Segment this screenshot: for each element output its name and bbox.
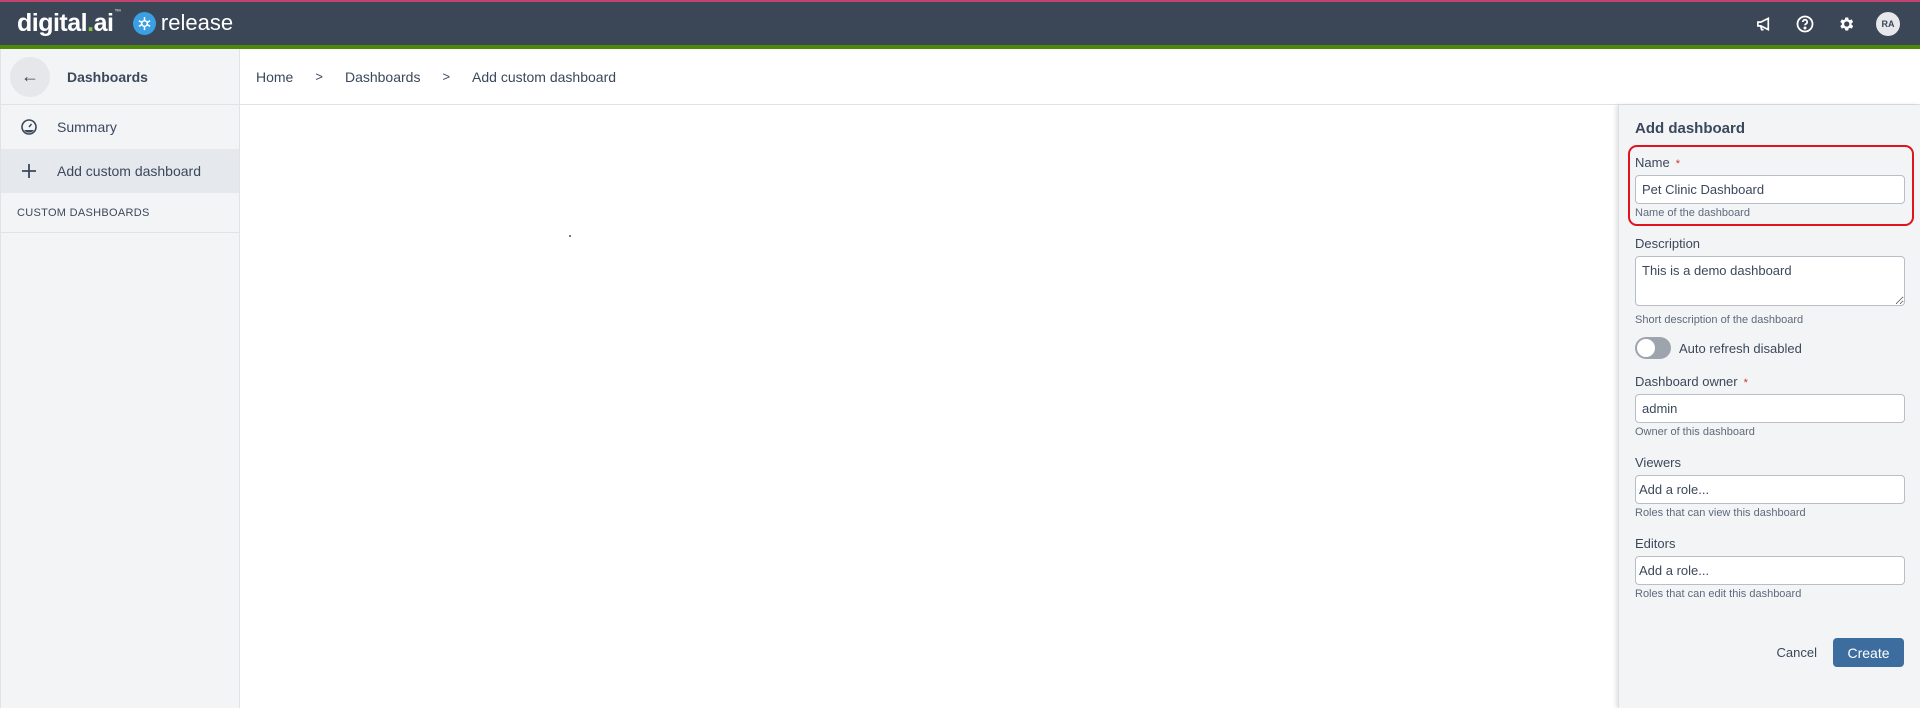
editors-field: Editors Roles that can edit this dashboa…: [1635, 536, 1905, 600]
app-logo[interactable]: digital.ai™ release: [17, 8, 233, 38]
add-dashboard-panel: Add dashboard Name* Name of the dashboar…: [1618, 105, 1920, 708]
editors-help: Roles that can edit this dashboard: [1635, 588, 1802, 600]
sidebar-item-summary[interactable]: Summary: [1, 105, 239, 149]
top-navigation-bar: digital.ai™ release RA: [0, 0, 1920, 49]
viewers-help: Roles that can view this dashboard: [1635, 507, 1806, 519]
owner-help: Owner of this dashboard: [1635, 426, 1755, 438]
auto-refresh-label: Auto refresh disabled: [1679, 340, 1802, 356]
breadcrumb-dashboards[interactable]: Dashboards: [345, 69, 421, 85]
owner-label: Dashboard owner *: [1635, 374, 1748, 389]
product-name: release: [160, 10, 234, 35]
megaphone-icon[interactable]: [1753, 13, 1775, 35]
sidebar: ← Dashboards Summary Add custom dashboar…: [0, 49, 240, 708]
release-logo-icon: [132, 11, 156, 35]
auto-refresh-row: Auto refresh disabled: [1635, 337, 1802, 359]
breadcrumb-current: Add custom dashboard: [472, 68, 617, 85]
panel-title: Add dashboard: [1635, 120, 1746, 137]
plus-icon: [18, 164, 40, 178]
chevron-right-icon: >: [442, 69, 451, 84]
sidebar-item-label: Add custom dashboard: [57, 163, 201, 179]
sidebar-item-add-custom-dashboard[interactable]: Add custom dashboard: [1, 149, 239, 193]
description-field: Description This is a demo dashboard Sho…: [1635, 236, 1905, 326]
sidebar-header: ← Dashboards: [1, 49, 239, 105]
viewers-label: Viewers: [1635, 455, 1682, 470]
loading-dot: [569, 235, 571, 237]
user-avatar[interactable]: RA: [1876, 12, 1900, 36]
breadcrumb-home[interactable]: Home: [256, 69, 293, 85]
sidebar-item-label: Summary: [57, 119, 117, 135]
viewers-input[interactable]: [1635, 475, 1905, 504]
description-textarea[interactable]: This is a demo dashboard: [1635, 256, 1905, 306]
chevron-right-icon: >: [315, 69, 323, 84]
breadcrumb: Home > Dashboards > Add custom dashboard: [240, 49, 1920, 105]
editors-input[interactable]: [1635, 556, 1905, 585]
arrow-left-icon: ←: [21, 66, 39, 86]
dashboard-owner-field: Dashboard owner* Owner of this dashboard: [1635, 374, 1905, 438]
editors-label: Editors: [1635, 536, 1676, 551]
help-icon[interactable]: [1794, 13, 1816, 35]
digital-ai-logo: digital.ai™: [17, 8, 121, 37]
settings-icon[interactable]: [1835, 13, 1857, 35]
name-help: Name of the dashboard: [1635, 207, 1750, 219]
sidebar-title: Dashboards: [67, 68, 148, 85]
description-help: Short description of the dashboard: [1635, 314, 1804, 326]
panel-actions: Cancel Create: [1773, 638, 1904, 667]
description-label: Description: [1635, 236, 1701, 251]
name-field: Name* Name of the dashboard: [1635, 155, 1905, 219]
custom-dashboards-section-header: CUSTOM DASHBOARDS: [1, 193, 239, 233]
name-input[interactable]: [1635, 175, 1905, 204]
dashboard-gauge-icon: [18, 119, 40, 135]
auto-refresh-toggle[interactable]: [1635, 337, 1671, 359]
back-button[interactable]: ←: [10, 56, 50, 97]
viewers-field: Viewers Roles that can view this dashboa…: [1635, 455, 1905, 519]
name-label: Name *: [1635, 155, 1680, 170]
create-button[interactable]: Create: [1833, 638, 1904, 667]
owner-input[interactable]: [1635, 394, 1905, 423]
cancel-button[interactable]: Cancel: [1773, 639, 1821, 666]
